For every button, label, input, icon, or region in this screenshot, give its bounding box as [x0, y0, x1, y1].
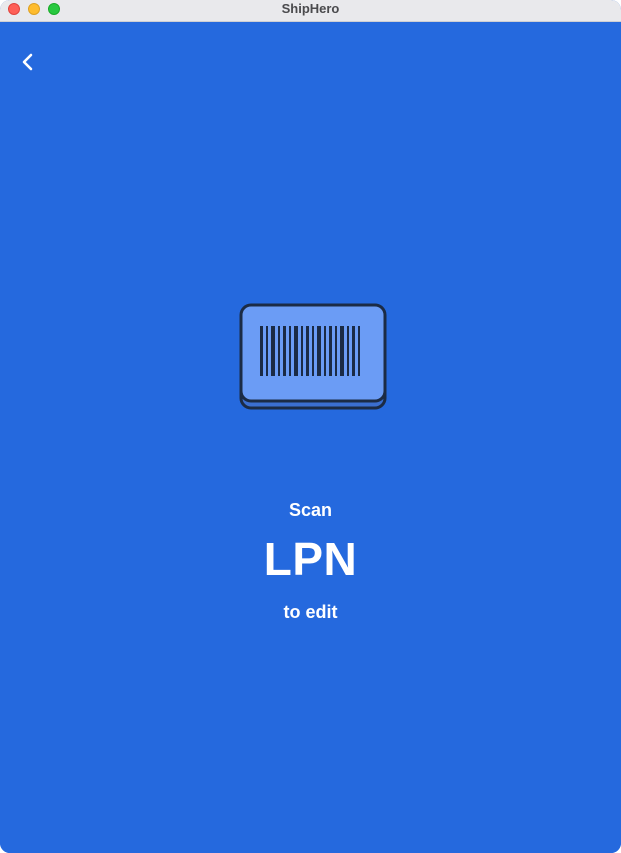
scan-action-label: to edit: [283, 602, 338, 622]
back-button[interactable]: [14, 48, 42, 76]
title-bar: ShipHero: [0, 0, 621, 22]
barcode-card-icon: [239, 303, 387, 410]
app-window: ShipHero Scan LPN to edit: [0, 0, 621, 853]
scan-label: Scan: [288, 500, 333, 520]
window-title: ShipHero: [281, 1, 340, 16]
scan-target-label: LPN: [263, 533, 358, 585]
chevron-left-icon: [22, 53, 33, 71]
scan-screen: Scan LPN to edit: [0, 22, 621, 853]
